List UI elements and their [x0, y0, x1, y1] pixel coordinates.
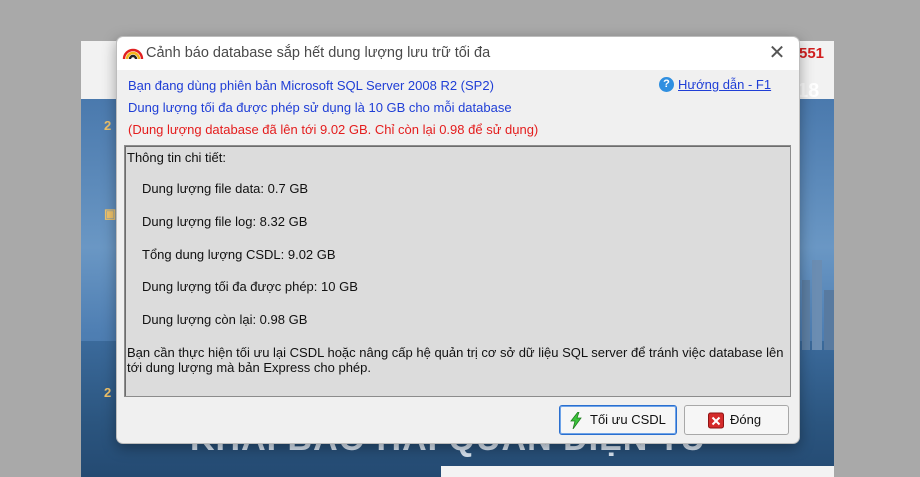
dialog-title: Cảnh báo database sắp hết dung lượng lưu… [146, 45, 491, 61]
help-link[interactable]: ? Hướng dẫn - F1 [659, 76, 771, 94]
details-title: Thông tin chi tiết: [127, 150, 226, 165]
background-hotline-text: 551 [799, 45, 825, 62]
app-logo-icon [122, 48, 144, 60]
red-x-icon [708, 412, 724, 429]
detail-row-max-allowed: Dung lượng tối đa được phép: 10 GB [142, 279, 358, 294]
database-capacity-warning-dialog: Cảnh báo database sắp hết dung lượng lưu… [116, 36, 800, 444]
dialog-titlebar[interactable]: Cảnh báo database sắp hết dung lượng lưu… [117, 37, 799, 70]
close-button[interactable]: Đóng [684, 405, 789, 435]
background-footer [441, 466, 834, 477]
size-limit-text: Dung lượng tối đa được phép sử dụng là 1… [128, 100, 512, 115]
capacity-warning-text: (Dung lượng database đã lên tới 9.02 GB.… [128, 122, 539, 137]
lightning-icon [570, 412, 582, 429]
close-icon[interactable]: ✕ [763, 41, 791, 67]
background-city-skyline [802, 260, 834, 350]
recommendation-note: Bạn cần thực hiện tối ưu lại CSDL hoặc n… [127, 345, 784, 375]
question-icon: ? [659, 77, 674, 93]
sql-version-text: Bạn đang dùng phiên bản Microsoft SQL Se… [128, 78, 494, 93]
detail-row-data-file-size: Dung lượng file data: 0.7 GB [142, 181, 309, 196]
close-button-label: Đóng [730, 412, 762, 427]
help-link-label[interactable]: Hướng dẫn - F1 [678, 77, 771, 92]
details-panel: Thông tin chi tiết: Dung lượng file data… [124, 145, 791, 397]
detail-row-total-size: Tổng dung lượng CSDL: 9.02 GB [142, 247, 336, 262]
optimize-database-label: Tối ưu CSDL [590, 412, 666, 427]
detail-row-remaining: Dung lượng còn lại: 0.98 GB [142, 312, 308, 327]
optimize-database-button[interactable]: Tối ưu CSDL [559, 405, 677, 435]
detail-row-log-file-size: Dung lượng file log: 8.32 GB [142, 214, 308, 229]
background-year-text: 18 [797, 80, 820, 102]
